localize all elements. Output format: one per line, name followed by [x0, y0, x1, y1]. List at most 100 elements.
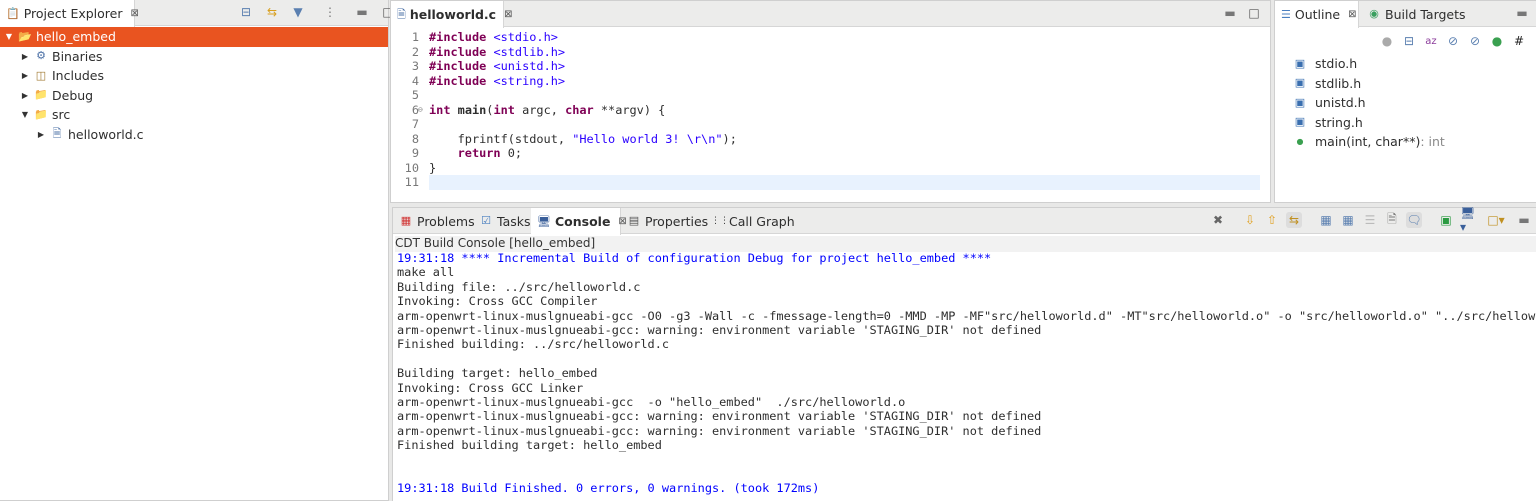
remove-launch-icon[interactable]: 🗎 — [1384, 212, 1400, 228]
code-token: return — [457, 146, 501, 160]
project-folder-icon: 📂 — [18, 29, 32, 43]
console-line: Finished building target: hello_embed — [397, 438, 662, 453]
filter-icon[interactable]: ▼ — [290, 4, 306, 20]
chevron-down-icon[interactable]: ▼ — [20, 110, 30, 119]
close-icon[interactable]: ⊠ — [131, 8, 139, 19]
code-line[interactable]: 8 fprintf(stdout, "Hello world 3! \r\n")… — [391, 132, 1260, 147]
code-text: fprintf(stdout, "Hello world 3! \r\n"); — [429, 132, 737, 147]
code-line[interactable]: 3 #include <unistd.h> — [391, 59, 1260, 74]
group-icon[interactable]: ● — [1379, 33, 1395, 49]
code-token: int — [429, 102, 451, 117]
code-text: #include <unistd.h> — [429, 59, 565, 74]
chevron-right-icon[interactable]: ▶ — [36, 130, 46, 139]
outline-item[interactable]: ▣ stdlib.h — [1275, 74, 1536, 94]
c-file-icon: 🗎 — [397, 7, 406, 21]
outline-item[interactable]: ● main(int, char**) : int — [1275, 132, 1536, 152]
fold-icon[interactable]: ⊖ — [418, 103, 423, 118]
code-line[interactable]: 4 #include <string.h> — [391, 74, 1260, 89]
outline-item[interactable]: ▣ stdio.h — [1275, 54, 1536, 74]
outline-item[interactable]: ▣ string.h — [1275, 113, 1536, 133]
include-icon: ▣ — [1294, 56, 1306, 70]
code-line[interactable]: 6 ⊖ int main(int argc, char **argv) { — [391, 103, 1260, 118]
tree-item[interactable]: ▼ 📁 src — [0, 105, 388, 125]
project-explorer-icon: 📋 — [6, 6, 20, 20]
console-output[interactable]: 19:31:18 **** Incremental Build of confi… — [393, 251, 1536, 501]
minimize-icon[interactable]: ▬ — [354, 4, 370, 20]
console-line: arm-openwrt-linux-muslgnueabi-gcc -O0 -g… — [397, 308, 1536, 323]
view-menu-icon[interactable]: ⋮ — [322, 4, 338, 20]
code-text: return 0; — [429, 146, 522, 161]
project-explorer-panel: 📋 Project Explorer ⊠ ⊟ ⇆ ▼ ⋮ ▬ □ ▼ 📂 hello… — [0, 0, 394, 501]
outline-item[interactable]: ▣ unistd.h — [1275, 93, 1536, 113]
outline-tabbar: ☰ Outline ⊠ ◉ Build Targets ▬ — [1275, 1, 1536, 28]
code-line[interactable]: 1 #include <stdio.h> — [391, 30, 1260, 45]
chevron-down-icon[interactable]: ▼ — [4, 32, 14, 41]
scroll-up-icon[interactable]: ⇧ — [1264, 212, 1280, 228]
chevron-right-icon[interactable]: ▶ — [20, 91, 30, 100]
project-explorer-tabbar: 📋 Project Explorer ⊠ ⊟ ⇆ ▼ ⋮ ▬ □ — [0, 0, 394, 27]
code-token: argc, — [514, 102, 566, 117]
tab-helloworld-c[interactable]: 🗎 helloworld.c ⊠ — [391, 1, 512, 28]
pin-console-icon[interactable]: ▦ — [1340, 212, 1356, 228]
clear-console-icon[interactable]: ▦ — [1318, 212, 1334, 228]
terminate-icon[interactable]: ✖ — [1210, 212, 1226, 228]
tree-item[interactable]: ▶ 🗎 helloworld.c — [0, 125, 388, 145]
outline-icon: ☰ — [1281, 7, 1291, 21]
line-number: 2 — [411, 44, 419, 59]
word-wrap-icon[interactable]: ☰ — [1362, 212, 1378, 228]
maximize-icon[interactable]: □ — [1246, 5, 1262, 21]
hide-non-public-icon[interactable]: ● — [1489, 33, 1505, 49]
tab-call-graph[interactable]: ⋮⋮ Call Graph — [705, 208, 801, 234]
tree-item[interactable]: ▶ 📁 Debug — [0, 86, 388, 106]
show-console-icon[interactable]: 🗨 — [1406, 212, 1422, 228]
tab-build-targets[interactable]: ◉ Build Targets — [1361, 1, 1472, 27]
tree-item[interactable]: ▶ ◫ Includes — [0, 66, 388, 86]
minimize-icon[interactable]: ▬ — [1222, 5, 1238, 21]
console-line: Invoking: Cross GCC Linker — [397, 380, 584, 395]
code-line[interactable]: 11 — [405, 175, 1260, 190]
code-token: <stdlib.h> — [493, 44, 566, 59]
tab-console[interactable]: 🖥 Console ⊠ — [531, 208, 627, 235]
collapse-all-icon[interactable]: ⊟ — [1401, 33, 1417, 49]
line-number: 7 — [411, 117, 419, 131]
close-icon[interactable]: ⊠ — [504, 9, 512, 20]
code-line[interactable]: 5 — [391, 88, 1260, 103]
minimize-icon[interactable]: ▬ — [1516, 212, 1532, 228]
code-line[interactable]: 7 — [391, 117, 1260, 132]
chevron-right-icon[interactable]: ▶ — [20, 52, 30, 61]
console-icon: 🖥 — [537, 214, 551, 228]
code-text: #include <stdio.h> — [429, 30, 558, 45]
console-line: 19:31:18 **** Incremental Build of confi… — [397, 251, 992, 265]
display-selected-console-icon[interactable]: ▣ — [1438, 212, 1454, 228]
collapse-all-icon[interactable]: ⊟ — [238, 4, 254, 20]
tab-outline[interactable]: ☰ Outline ⊠ — [1275, 1, 1359, 28]
binaries-icon: ⚙ — [36, 49, 46, 63]
hide-macros-icon[interactable]: # — [1511, 33, 1527, 49]
tab-problems[interactable]: ▦ Problems — [393, 208, 481, 234]
tab-tasks[interactable]: ☑ Tasks — [473, 208, 537, 234]
tree-item[interactable]: ▶ ⚙ Binaries — [0, 47, 388, 67]
tree-item[interactable]: ▼ 📂 hello_embed — [0, 27, 388, 47]
close-icon[interactable]: ⊠ — [1348, 9, 1356, 20]
tab-properties[interactable]: ▤ Properties — [621, 208, 714, 234]
code-editor[interactable]: 1 #include <stdio.h> 2 #include <stdlib.h> 3… — [391, 28, 1260, 202]
hide-fields-icon[interactable]: ⊘ — [1445, 33, 1461, 49]
chevron-right-icon[interactable]: ▶ — [20, 71, 30, 80]
console-tabbar: ▦ Problems ☑ Tasks 🖥 Console ⊠ ▤ Propert… — [393, 206, 1536, 235]
sort-icon[interactable]: az — [1423, 33, 1439, 49]
code-line[interactable]: 9 return 0; — [391, 146, 1260, 161]
hide-static-icon[interactable]: ⊘ — [1467, 33, 1483, 49]
tab-project-explorer[interactable]: 📋 Project Explorer ⊠ — [0, 0, 139, 27]
code-line[interactable]: 10} — [391, 161, 1260, 176]
folder-icon: 📁 — [34, 88, 48, 102]
open-console-icon[interactable]: 🖥▾ — [1460, 206, 1476, 234]
scroll-down-icon[interactable]: ⇩ — [1242, 212, 1258, 228]
code-line[interactable]: 2 #include <stdlib.h> — [391, 45, 1260, 60]
outline-panel: ☰ Outline ⊠ ◉ Build Targets ▬ ● ⊟ az ⊘ ⊘… — [1274, 0, 1536, 203]
scroll-lock-icon[interactable]: ⇆ — [1286, 212, 1302, 228]
minimize-icon[interactable]: ▬ — [1514, 5, 1530, 21]
link-with-editor-icon[interactable]: ⇆ — [264, 4, 280, 20]
line-number: 8 — [411, 131, 419, 146]
new-console-icon[interactable]: □▾ — [1487, 212, 1504, 228]
code-token: "Hello world 3! \r\n" — [572, 131, 723, 146]
